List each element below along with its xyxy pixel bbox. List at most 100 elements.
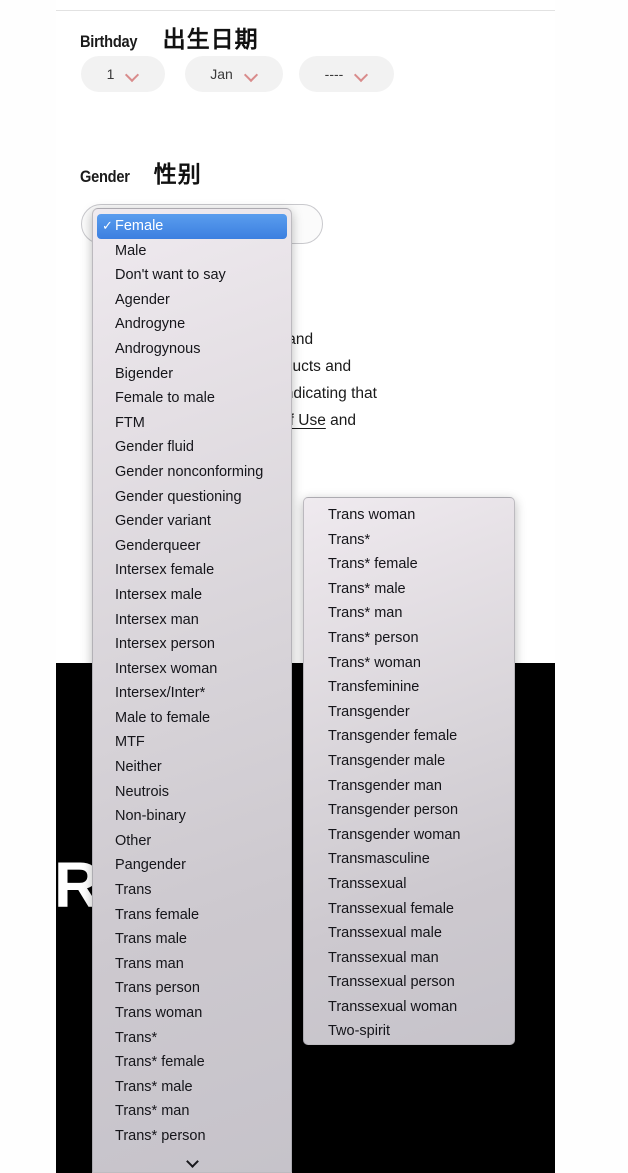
menu-item[interactable]: Transgender woman [304, 823, 514, 848]
menu-item[interactable]: Trans man [93, 952, 291, 977]
right-gutter [555, 0, 628, 1173]
chevron-down-icon [126, 70, 139, 78]
menu-item-label: Trans* man [328, 605, 403, 622]
menu-item[interactable]: Pangender [93, 853, 291, 878]
chevron-down-icon [187, 1157, 198, 1164]
gender-label-en: Gender [80, 167, 130, 186]
menu-item[interactable]: Two-spirit [304, 1019, 514, 1044]
menu-item[interactable]: Male to female [93, 706, 291, 731]
menu-item-label: Androgynous [115, 340, 201, 357]
gender-dropdown-menu-secondary[interactable]: Trans woman Trans* Trans* female Trans* mal… [303, 497, 515, 1045]
menu-item-label: Transsexual woman [328, 998, 458, 1015]
menu-item[interactable]: Transgender man [304, 774, 514, 799]
menu-item-label: Trans* man [115, 1103, 190, 1120]
menu-item[interactable]: Trans* female [304, 552, 514, 577]
menu-item[interactable]: Intersex/Inter* [93, 681, 291, 706]
menu-item[interactable]: Intersex person [93, 632, 291, 657]
menu-item[interactable]: Transgender person [304, 798, 514, 823]
menu-item-label: FTM [115, 414, 145, 431]
menu-item[interactable]: Gender questioning [93, 485, 291, 510]
menu-item[interactable]: Transsexual female [304, 897, 514, 922]
birthday-label-cn: 出生日期 [162, 27, 259, 53]
menu-item[interactable]: Trans woman [93, 1001, 291, 1026]
menu-item[interactable]: Intersex woman [93, 657, 291, 682]
menu-item[interactable]: Transsexual [304, 872, 514, 897]
menu-item[interactable]: Trans* [304, 528, 514, 553]
menu-item[interactable]: Trans female [93, 903, 291, 928]
menu-item[interactable]: Intersex man [93, 608, 291, 633]
menu-item[interactable]: Trans* male [304, 577, 514, 602]
menu-item[interactable]: Female to male [93, 386, 291, 411]
menu-item-label: Trans female [115, 906, 200, 923]
menu-item-label: Trans* [115, 1029, 158, 1046]
menu-item[interactable]: Other [93, 829, 291, 854]
menu-item[interactable]: Transmasculine [304, 847, 514, 872]
menu-item[interactable]: Trans [93, 878, 291, 903]
menu-item[interactable]: FTM [93, 411, 291, 436]
menu-item-selected[interactable]: ✓ Female [97, 214, 287, 239]
menu-item[interactable]: Trans* person [304, 626, 514, 651]
menu-item[interactable]: Androgyne [93, 312, 291, 337]
menu-item-label: Trans male [115, 931, 187, 948]
menu-item-label: Trans* woman [328, 654, 421, 671]
menu-item[interactable]: Non-binary [93, 804, 291, 829]
menu-item[interactable]: Trans* male [93, 1075, 291, 1100]
menu-item[interactable]: Bigender [93, 362, 291, 387]
menu-item-label: Transgender female [328, 728, 458, 745]
menu-item[interactable]: Trans* man [93, 1099, 291, 1124]
menu-item[interactable]: Trans* [93, 1026, 291, 1051]
menu-item[interactable]: Trans* female [93, 1050, 291, 1075]
menu-item[interactable]: Transfeminine [304, 675, 514, 700]
menu-item[interactable]: Trans* man [304, 601, 514, 626]
birthday-month-select[interactable]: Jan [185, 56, 283, 92]
menu-item[interactable]: Genderqueer [93, 534, 291, 559]
menu-item[interactable]: Trans* person [93, 1124, 291, 1149]
birthday-year-select[interactable]: ---- [299, 56, 394, 92]
menu-item[interactable]: Transsexual male [304, 921, 514, 946]
menu-item[interactable]: Neutrois [93, 780, 291, 805]
checkmark-icon: ✓ [102, 218, 113, 233]
menu-item[interactable]: Androgynous [93, 337, 291, 362]
menu-item[interactable]: Transgender [304, 700, 514, 725]
menu-item[interactable]: Intersex female [93, 558, 291, 583]
gender-dropdown-menu-primary[interactable]: ✓ Female Male Don't want to say Agender Andro… [92, 208, 292, 1173]
menu-scroll-down-button[interactable] [93, 1149, 291, 1172]
menu-item-label: Genderqueer [115, 537, 201, 554]
menu-item-label: Trans man [115, 955, 184, 972]
menu-item[interactable]: Male [93, 239, 291, 264]
menu-item[interactable]: MTF [93, 730, 291, 755]
menu-item-label: Intersex female [115, 562, 215, 579]
page-root: Birthday 出生日期 1 Jan ---- Gender 性别 A New… [0, 0, 628, 1173]
menu-item[interactable]: Don't want to say [93, 263, 291, 288]
menu-item[interactable]: Trans male [93, 927, 291, 952]
menu-item[interactable]: Trans woman [304, 503, 514, 528]
menu-item[interactable]: Trans* woman [304, 651, 514, 676]
menu-item[interactable]: Transsexual person [304, 970, 514, 995]
menu-item[interactable]: Agender [93, 288, 291, 313]
section-divider [56, 10, 555, 11]
menu-item[interactable]: Transsexual woman [304, 995, 514, 1020]
menu-item-label: Transsexual male [328, 925, 442, 942]
paragraph-line-4-suffix: and [325, 412, 356, 429]
menu-item[interactable]: Gender variant [93, 509, 291, 534]
menu-item[interactable]: Intersex male [93, 583, 291, 608]
menu-item[interactable]: Gender nonconforming [93, 460, 291, 485]
chevron-down-icon [245, 70, 258, 78]
menu-item[interactable]: Transgender female [304, 724, 514, 749]
menu-item-label: Intersex male [115, 586, 203, 603]
menu-item-label: Agender [115, 291, 170, 308]
menu-item[interactable]: Trans person [93, 976, 291, 1001]
menu-item-label: Trans* person [115, 1127, 206, 1144]
birthday-day-select[interactable]: 1 [81, 56, 165, 92]
menu-item[interactable]: Transsexual man [304, 946, 514, 971]
gender-label-group: Gender 性别 [80, 155, 202, 189]
birthday-year-value: ---- [324, 66, 344, 82]
menu-item-label: Intersex person [115, 636, 215, 653]
birthday-label-group: Birthday 出生日期 [80, 20, 259, 54]
menu-item[interactable]: Transgender male [304, 749, 514, 774]
menu-item[interactable]: Gender fluid [93, 435, 291, 460]
menu-item-label: Two-spirit [328, 1023, 391, 1040]
menu-item-label: Gender fluid [115, 439, 194, 456]
menu-item-label: Transsexual [328, 875, 407, 892]
menu-item[interactable]: Neither [93, 755, 291, 780]
